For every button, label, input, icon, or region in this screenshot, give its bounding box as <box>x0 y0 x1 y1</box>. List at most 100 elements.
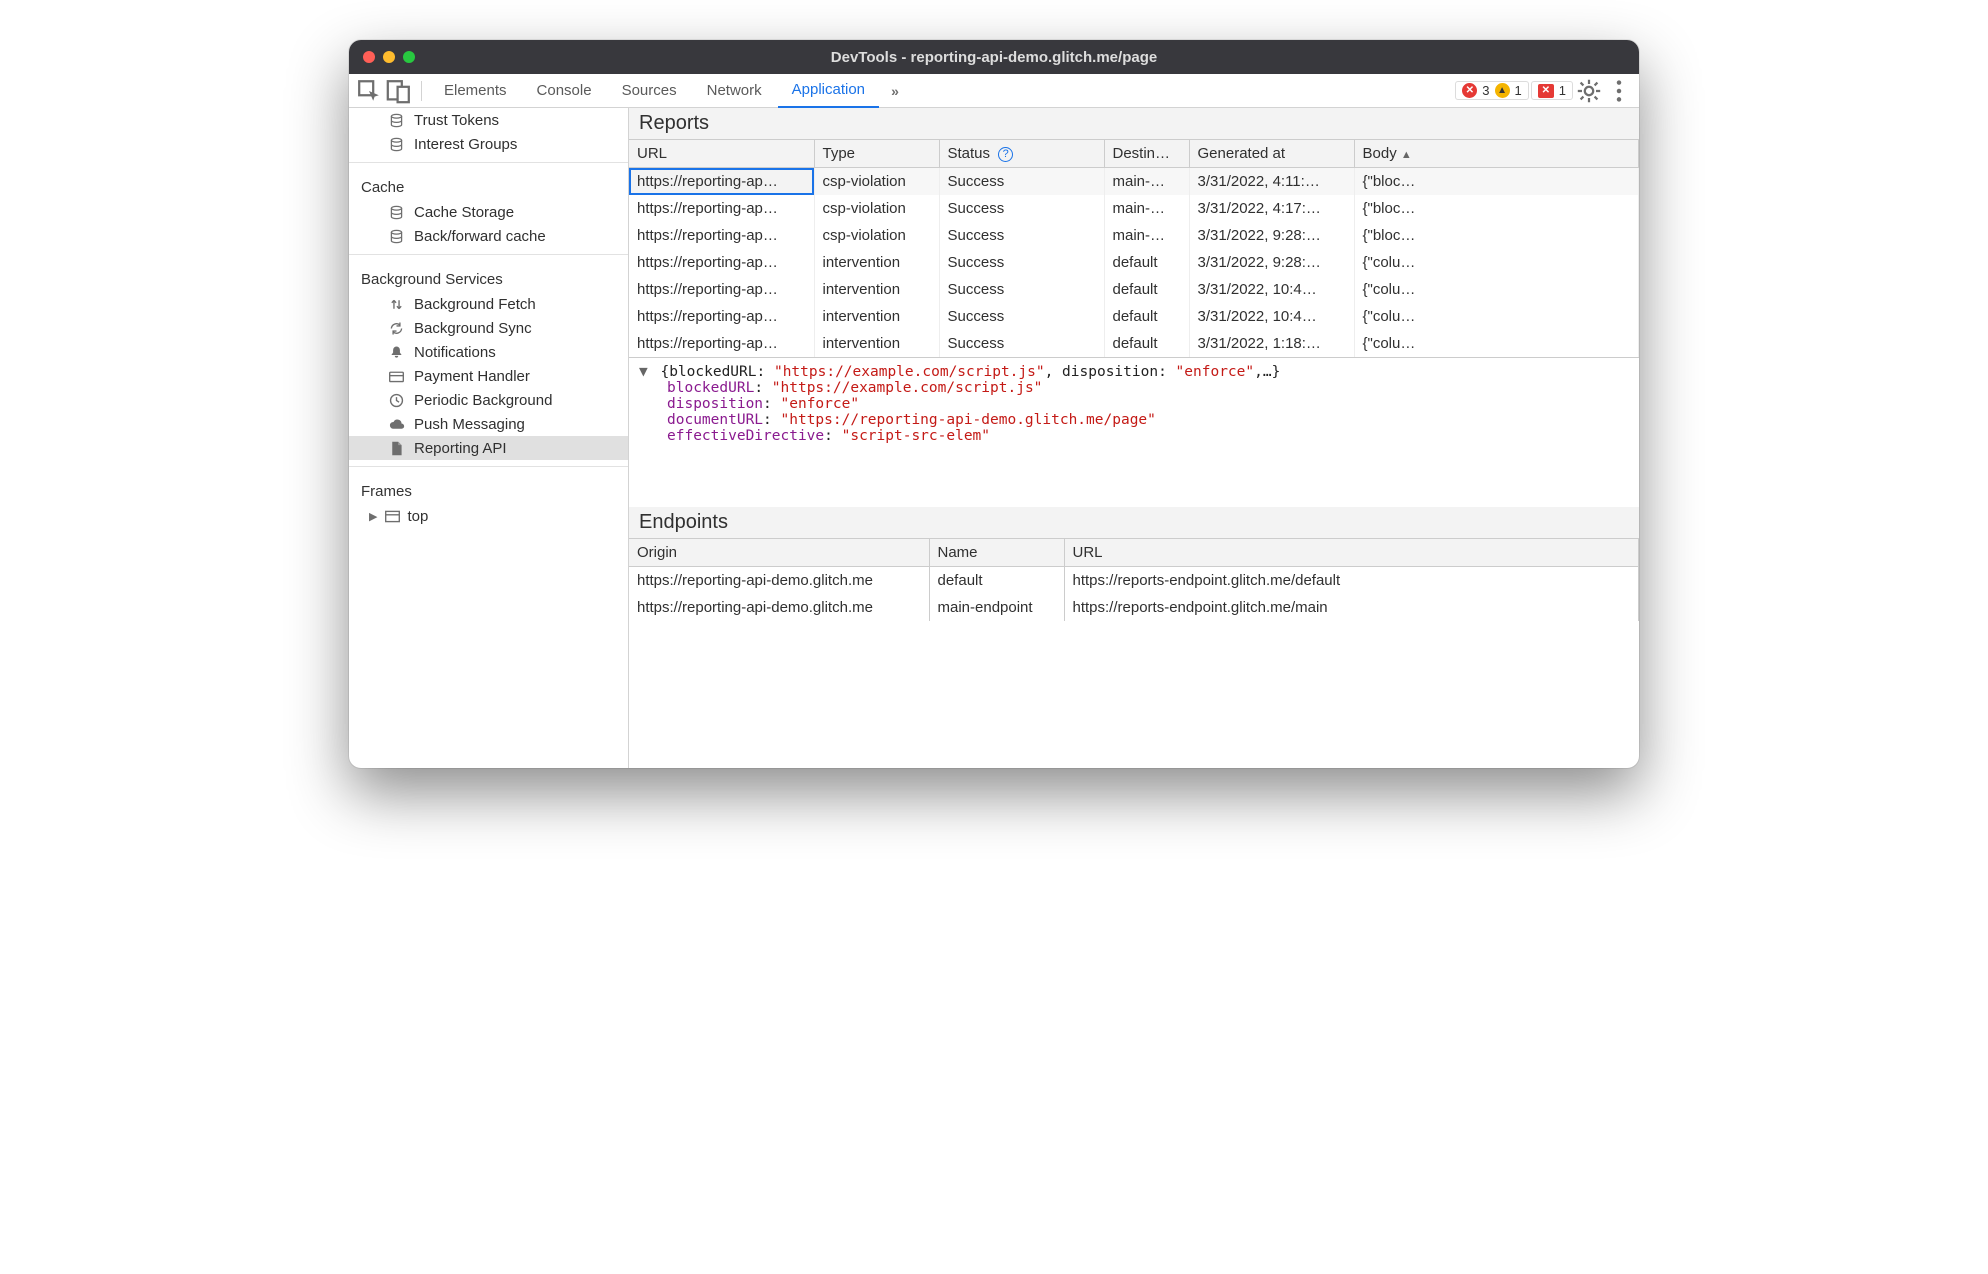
inspect-element-icon[interactable] <box>355 77 383 105</box>
property-value: "script-src-elem" <box>842 428 990 444</box>
col-generated-at[interactable]: Generated at <box>1189 140 1354 168</box>
report-body-inspector: ▼ {blockedURL: "https://example.com/scri… <box>629 357 1639 507</box>
col-type[interactable]: Type <box>814 140 939 168</box>
report-cell-status: Success <box>939 222 1104 249</box>
status-help-icon[interactable]: ? <box>998 147 1013 162</box>
report-row[interactable]: https://reporting-ap…interventionSuccess… <box>629 303 1639 330</box>
sidebar-item-label: Periodic Background <box>414 392 552 409</box>
issues-icon: ✕ <box>1538 84 1554 98</box>
sidebar-item-payment-handler[interactable]: Payment Handler <box>349 364 628 388</box>
report-cell-type: csp-violation <box>814 168 939 196</box>
sidebar-item-interest-groups[interactable]: Interest Groups <box>349 132 628 156</box>
frame-top[interactable]: ▶ top <box>349 504 628 528</box>
object-property[interactable]: disposition: "enforce" <box>639 396 1629 412</box>
object-property[interactable]: documentURL: "https://reporting-api-demo… <box>639 412 1629 428</box>
more-tabs-icon[interactable]: » <box>881 77 909 105</box>
doc-icon <box>387 439 405 457</box>
report-cell-body: {"colu… <box>1354 303 1639 330</box>
device-toolbar-icon[interactable] <box>385 77 413 105</box>
report-cell-dest: default <box>1104 330 1189 357</box>
endpoints-col-url[interactable]: URL <box>1064 539 1639 567</box>
sidebar-item-reporting-api[interactable]: Reporting API <box>349 436 628 460</box>
application-sidebar: Trust TokensInterest Groups CacheCache S… <box>349 108 629 768</box>
object-summary[interactable]: ▼ {blockedURL: "https://example.com/scri… <box>639 364 1629 380</box>
close-window-button[interactable] <box>363 51 375 63</box>
col-destination[interactable]: Destin… <box>1104 140 1189 168</box>
sidebar-item-background-sync[interactable]: Background Sync <box>349 316 628 340</box>
sidebar-item-cache-storage[interactable]: Cache Storage <box>349 200 628 224</box>
tab-sources[interactable]: Sources <box>608 74 691 108</box>
report-cell-status: Success <box>939 303 1104 330</box>
col-url[interactable]: URL <box>629 140 814 168</box>
report-cell-type: intervention <box>814 330 939 357</box>
frame-icon <box>383 507 401 525</box>
reports-table: URL Type Status ? Destin… Generated at B… <box>629 140 1639 357</box>
report-row[interactable]: https://reporting-ap…csp-violationSucces… <box>629 222 1639 249</box>
sidebar-item-notifications[interactable]: Notifications <box>349 340 628 364</box>
report-cell-url: https://reporting-ap… <box>629 276 814 303</box>
warning-icon: ▲ <box>1495 83 1510 98</box>
sidebar-item-label: Push Messaging <box>414 416 525 433</box>
endpoints-col-origin[interactable]: Origin <box>629 539 929 567</box>
endpoint-row[interactable]: https://reporting-api-demo.glitch.medefa… <box>629 567 1639 595</box>
sidebar-item-background-fetch[interactable]: Background Fetch <box>349 292 628 316</box>
property-key: documentURL <box>667 412 763 428</box>
report-cell-time: 3/31/2022, 9:28:… <box>1189 249 1354 276</box>
sidebar-group-cache: Cache <box>349 169 628 200</box>
report-cell-status: Success <box>939 249 1104 276</box>
report-row[interactable]: https://reporting-ap…interventionSuccess… <box>629 249 1639 276</box>
maximize-window-button[interactable] <box>403 51 415 63</box>
settings-icon[interactable] <box>1575 77 1603 105</box>
sidebar-item-trust-tokens[interactable]: Trust Tokens <box>349 108 628 132</box>
kebab-menu-icon[interactable] <box>1605 77 1633 105</box>
error-warning-badge[interactable]: ✕ 3 ▲ 1 <box>1455 81 1528 100</box>
object-property[interactable]: effectiveDirective: "script-src-elem" <box>639 428 1629 444</box>
sort-asc-icon: ▲ <box>1401 149 1412 161</box>
toolbar: Elements Console Sources Network Applica… <box>349 74 1639 108</box>
report-cell-url: https://reporting-ap… <box>629 249 814 276</box>
minimize-window-button[interactable] <box>383 51 395 63</box>
issues-badge[interactable]: ✕ 1 <box>1531 81 1573 100</box>
endpoints-section-title: Endpoints <box>629 507 1639 539</box>
error-count: 3 <box>1482 83 1489 98</box>
property-value: "https://reporting-api-demo.glitch.me/pa… <box>781 412 1156 428</box>
issues-count: 1 <box>1559 83 1566 98</box>
object-property[interactable]: blockedURL: "https://example.com/script.… <box>639 380 1629 396</box>
report-cell-dest: default <box>1104 249 1189 276</box>
sidebar-item-push-messaging[interactable]: Push Messaging <box>349 412 628 436</box>
report-cell-type: intervention <box>814 303 939 330</box>
col-body[interactable]: Body ▲ <box>1354 140 1639 168</box>
report-cell-body: {"bloc… <box>1354 222 1639 249</box>
sidebar-item-back-forward-cache[interactable]: Back/forward cache <box>349 224 628 248</box>
tab-elements[interactable]: Elements <box>430 74 521 108</box>
report-row[interactable]: https://reporting-ap…csp-violationSucces… <box>629 195 1639 222</box>
report-cell-body: {"colu… <box>1354 330 1639 357</box>
endpoint-row[interactable]: https://reporting-api-demo.glitch.memain… <box>629 594 1639 621</box>
sync-icon <box>387 319 405 337</box>
report-cell-time: 3/31/2022, 4:17:… <box>1189 195 1354 222</box>
report-cell-time: 3/31/2022, 1:18:… <box>1189 330 1354 357</box>
tab-console[interactable]: Console <box>523 74 606 108</box>
report-cell-type: intervention <box>814 276 939 303</box>
endpoint-cell-url: https://reports-endpoint.glitch.me/defau… <box>1064 567 1639 595</box>
report-row[interactable]: https://reporting-ap…interventionSuccess… <box>629 276 1639 303</box>
tab-application[interactable]: Application <box>778 74 879 108</box>
report-cell-type: csp-violation <box>814 195 939 222</box>
updown-icon <box>387 295 405 313</box>
reporting-api-content: Reports URL Type Status ? Destin… Genera… <box>629 108 1639 768</box>
expand-caret-icon[interactable]: ▶ <box>369 510 377 523</box>
report-cell-dest: main-… <box>1104 168 1189 196</box>
sidebar-item-periodic-background[interactable]: Periodic Background <box>349 388 628 412</box>
titlebar: DevTools - reporting-api-demo.glitch.me/… <box>349 40 1639 74</box>
reports-section-title: Reports <box>629 108 1639 140</box>
endpoints-col-name[interactable]: Name <box>929 539 1064 567</box>
report-cell-type: csp-violation <box>814 222 939 249</box>
report-row[interactable]: https://reporting-ap…csp-violationSucces… <box>629 168 1639 196</box>
endpoint-cell-origin: https://reporting-api-demo.glitch.me <box>629 594 929 621</box>
endpoint-cell-name: default <box>929 567 1064 595</box>
tab-network[interactable]: Network <box>693 74 776 108</box>
report-row[interactable]: https://reporting-ap…interventionSuccess… <box>629 330 1639 357</box>
report-cell-time: 3/31/2022, 9:28:… <box>1189 222 1354 249</box>
collapse-triangle-icon[interactable]: ▼ <box>639 364 648 380</box>
col-status[interactable]: Status ? <box>939 140 1104 168</box>
